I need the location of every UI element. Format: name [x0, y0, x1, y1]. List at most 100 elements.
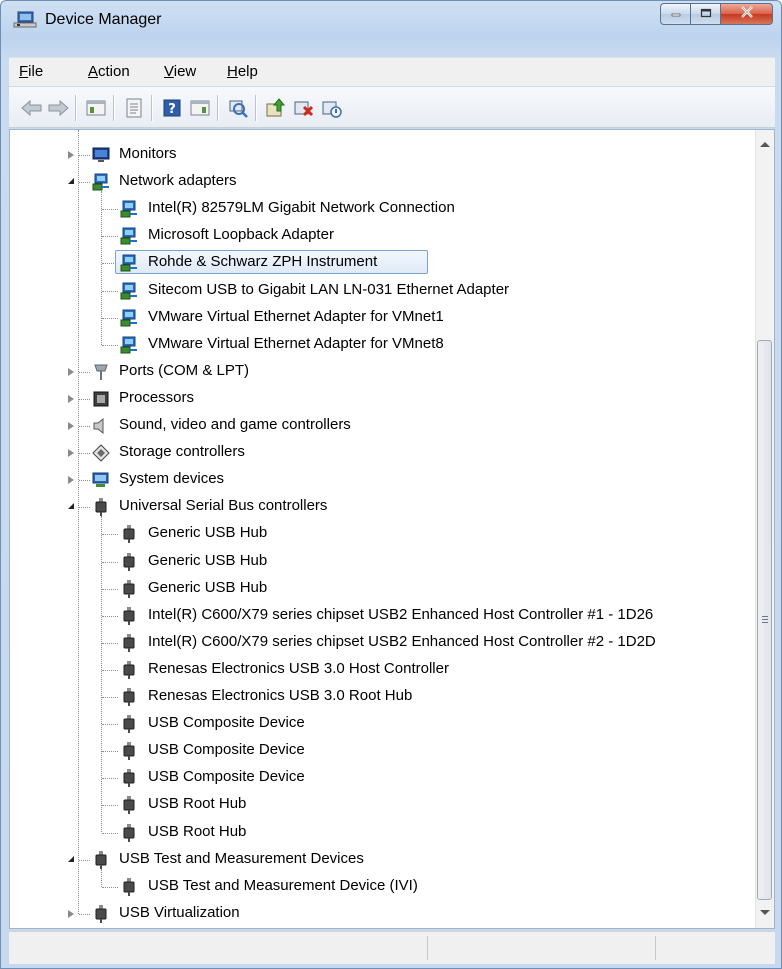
tree-device-item[interactable]: USB Composite Device — [10, 765, 756, 791]
update-driver-icon[interactable] — [265, 97, 287, 119]
menu-help[interactable]: Help — [227, 63, 258, 80]
tree-item-label: Ports (COM & LPT) — [119, 361, 250, 379]
uninstall-icon[interactable] — [293, 97, 315, 119]
collapse-arrow-icon[interactable] — [68, 503, 74, 510]
expand-arrow-icon[interactable] — [68, 909, 74, 918]
tree-category-sound-video-and-game-controllers[interactable]: Sound, video and game controllers — [10, 413, 756, 439]
menu-file[interactable]: File — [19, 63, 43, 80]
tree-category-ports-com-lpt[interactable]: Ports (COM & LPT) — [10, 359, 756, 385]
processor-icon — [92, 390, 110, 408]
tree-device-item[interactable]: USB Root Hub — [10, 820, 756, 846]
tree-category-system-devices[interactable]: System devices — [10, 467, 756, 493]
collapse-arrow-icon[interactable] — [68, 178, 74, 185]
tree-device-item[interactable]: VMware Virtual Ethernet Adapter for VMne… — [10, 305, 756, 331]
tree-category-processors[interactable]: Processors — [10, 386, 756, 412]
tree-item-label: Universal Serial Bus controllers — [119, 497, 328, 515]
tree-device-item[interactable]: Renesas Electronics USB 3.0 Host Control… — [10, 657, 756, 683]
expand-arrow-icon[interactable] — [68, 394, 74, 403]
port-icon — [92, 363, 110, 381]
tree-item-label: Intel(R) C600/X79 series chipset USB2 En… — [148, 605, 654, 623]
status-bar — [9, 931, 775, 964]
collapse-arrow-icon[interactable] — [68, 855, 74, 862]
expand-arrow-icon[interactable] — [68, 422, 74, 430]
scan-hardware-icon[interactable] — [227, 97, 249, 119]
tree-category-usb-test-and-measurement-devices[interactable]: USB Test and Measurement Devices — [10, 847, 756, 873]
usb-plug-icon — [92, 850, 110, 869]
maximize-icon — [700, 5, 712, 23]
tree-device-item[interactable]: USB Root Hub — [10, 792, 756, 818]
tree-device-item[interactable]: Rohde & Schwarz ZPH Instrument — [10, 250, 756, 276]
tree-device-item[interactable]: USB Composite Device — [10, 738, 756, 764]
maximize-button[interactable] — [691, 3, 721, 25]
usb-plug-icon — [120, 742, 138, 761]
tree-category-network-adapters[interactable]: Network adapters — [10, 169, 756, 195]
tree-item-label: USB Composite Device — [148, 714, 305, 732]
menu-view[interactable]: View — [164, 63, 196, 80]
tree-item-label: Storage controllers — [119, 443, 245, 461]
scroll-down-icon[interactable] — [760, 910, 770, 915]
usb-plug-icon — [120, 688, 138, 706]
properties-icon[interactable] — [123, 97, 145, 119]
expand-arrow-icon[interactable] — [68, 449, 74, 458]
scroll-up-icon[interactable] — [760, 142, 770, 147]
tree-device-item[interactable]: VMware Virtual Ethernet Adapter for VMne… — [10, 332, 756, 358]
minimize-button[interactable] — [660, 3, 691, 25]
close-button[interactable] — [721, 3, 773, 25]
disable-device-icon[interactable] — [321, 97, 343, 119]
network-adapter-icon — [120, 200, 138, 218]
expand-arrow-icon[interactable] — [68, 367, 74, 376]
device-tree[interactable]: Monitors Network adapters Intel(R) 82579LM… — [9, 129, 775, 929]
tree-item-label: USB Test and Measurement Device (IVI) — [148, 876, 418, 894]
tree-device-item[interactable]: Generic USB Hub — [10, 521, 756, 547]
show-hide-console-tree-icon[interactable] — [85, 97, 107, 119]
expand-arrow-icon[interactable] — [68, 476, 74, 485]
tree-item-label: USB Root Hub — [148, 795, 247, 813]
help-icon[interactable]: ? — [161, 97, 183, 119]
tree-category-monitors[interactable]: Monitors — [10, 142, 756, 168]
svg-text:?: ? — [168, 102, 176, 117]
title-bar[interactable]: Device Manager — [1, 1, 781, 37]
status-segment — [427, 936, 656, 960]
usb-plug-icon — [120, 579, 138, 598]
tree-item-label: VMware Virtual Ethernet Adapter for VMne… — [148, 334, 444, 352]
usb-plug-icon — [92, 498, 110, 517]
forward-icon[interactable] — [47, 97, 69, 119]
window-title: Device Manager — [45, 11, 162, 28]
tree-device-item[interactable]: Renesas Electronics USB 3.0 Root Hub — [10, 684, 756, 710]
tree-item-label: USB Composite Device — [148, 741, 305, 759]
tree-category-usb-virtualization[interactable]: USB Virtualization — [10, 901, 756, 927]
tree-device-item[interactable]: Generic USB Hub — [10, 549, 756, 575]
tree-item-label: USB Composite Device — [148, 768, 305, 786]
back-icon[interactable] — [21, 97, 43, 119]
scrollbar-thumb[interactable] — [757, 340, 772, 900]
menu-action[interactable]: Action — [88, 63, 130, 80]
device-manager-window: Device Manager File Action View Help ? M… — [0, 0, 782, 969]
vertical-scrollbar[interactable] — [755, 130, 774, 928]
tree-device-item[interactable]: USB Composite Device — [10, 711, 756, 737]
menu-bar: File Action View Help — [9, 57, 775, 86]
tree-item-label: Generic USB Hub — [148, 551, 268, 569]
tree-category-universal-serial-bus-controllers[interactable]: Universal Serial Bus controllers — [10, 494, 756, 520]
tree-category-storage-controllers[interactable]: Storage controllers — [10, 440, 756, 466]
network-adapter-icon — [120, 282, 138, 300]
usb-plug-icon — [120, 660, 138, 679]
tree-device-item[interactable]: Generic USB Hub — [10, 576, 756, 602]
expand-arrow-icon[interactable] — [68, 151, 74, 159]
tree-device-item[interactable]: Microsoft Loopback Adapter — [10, 223, 756, 249]
tree-item-label: Microsoft Loopback Adapter — [148, 226, 334, 244]
minimize-icon — [671, 5, 681, 23]
tree-device-item[interactable]: Intel(R) 82579LM Gigabit Network Connect… — [10, 196, 756, 222]
speaker-icon — [92, 417, 110, 435]
tree-device-item[interactable]: Intel(R) C600/X79 series chipset USB2 En… — [10, 630, 756, 656]
toolbar: ? — [9, 87, 775, 128]
tree-device-item[interactable]: USB Test and Measurement Device (IVI) — [10, 874, 756, 900]
tree-item-label: Monitors — [119, 145, 177, 162]
status-segment — [655, 936, 776, 960]
usb-plug-icon — [120, 769, 138, 788]
tree-device-item[interactable]: Intel(R) C600/X79 series chipset USB2 En… — [10, 603, 756, 629]
tree-item-label: VMware Virtual Ethernet Adapter for VMne… — [148, 307, 444, 325]
tree-item-label: USB Virtualization — [119, 903, 240, 921]
tree-device-item[interactable]: Sitecom USB to Gigabit LAN LN-031 Ethern… — [10, 278, 756, 304]
usb-plug-icon — [92, 904, 110, 923]
show-action-pane-icon[interactable] — [189, 97, 211, 119]
